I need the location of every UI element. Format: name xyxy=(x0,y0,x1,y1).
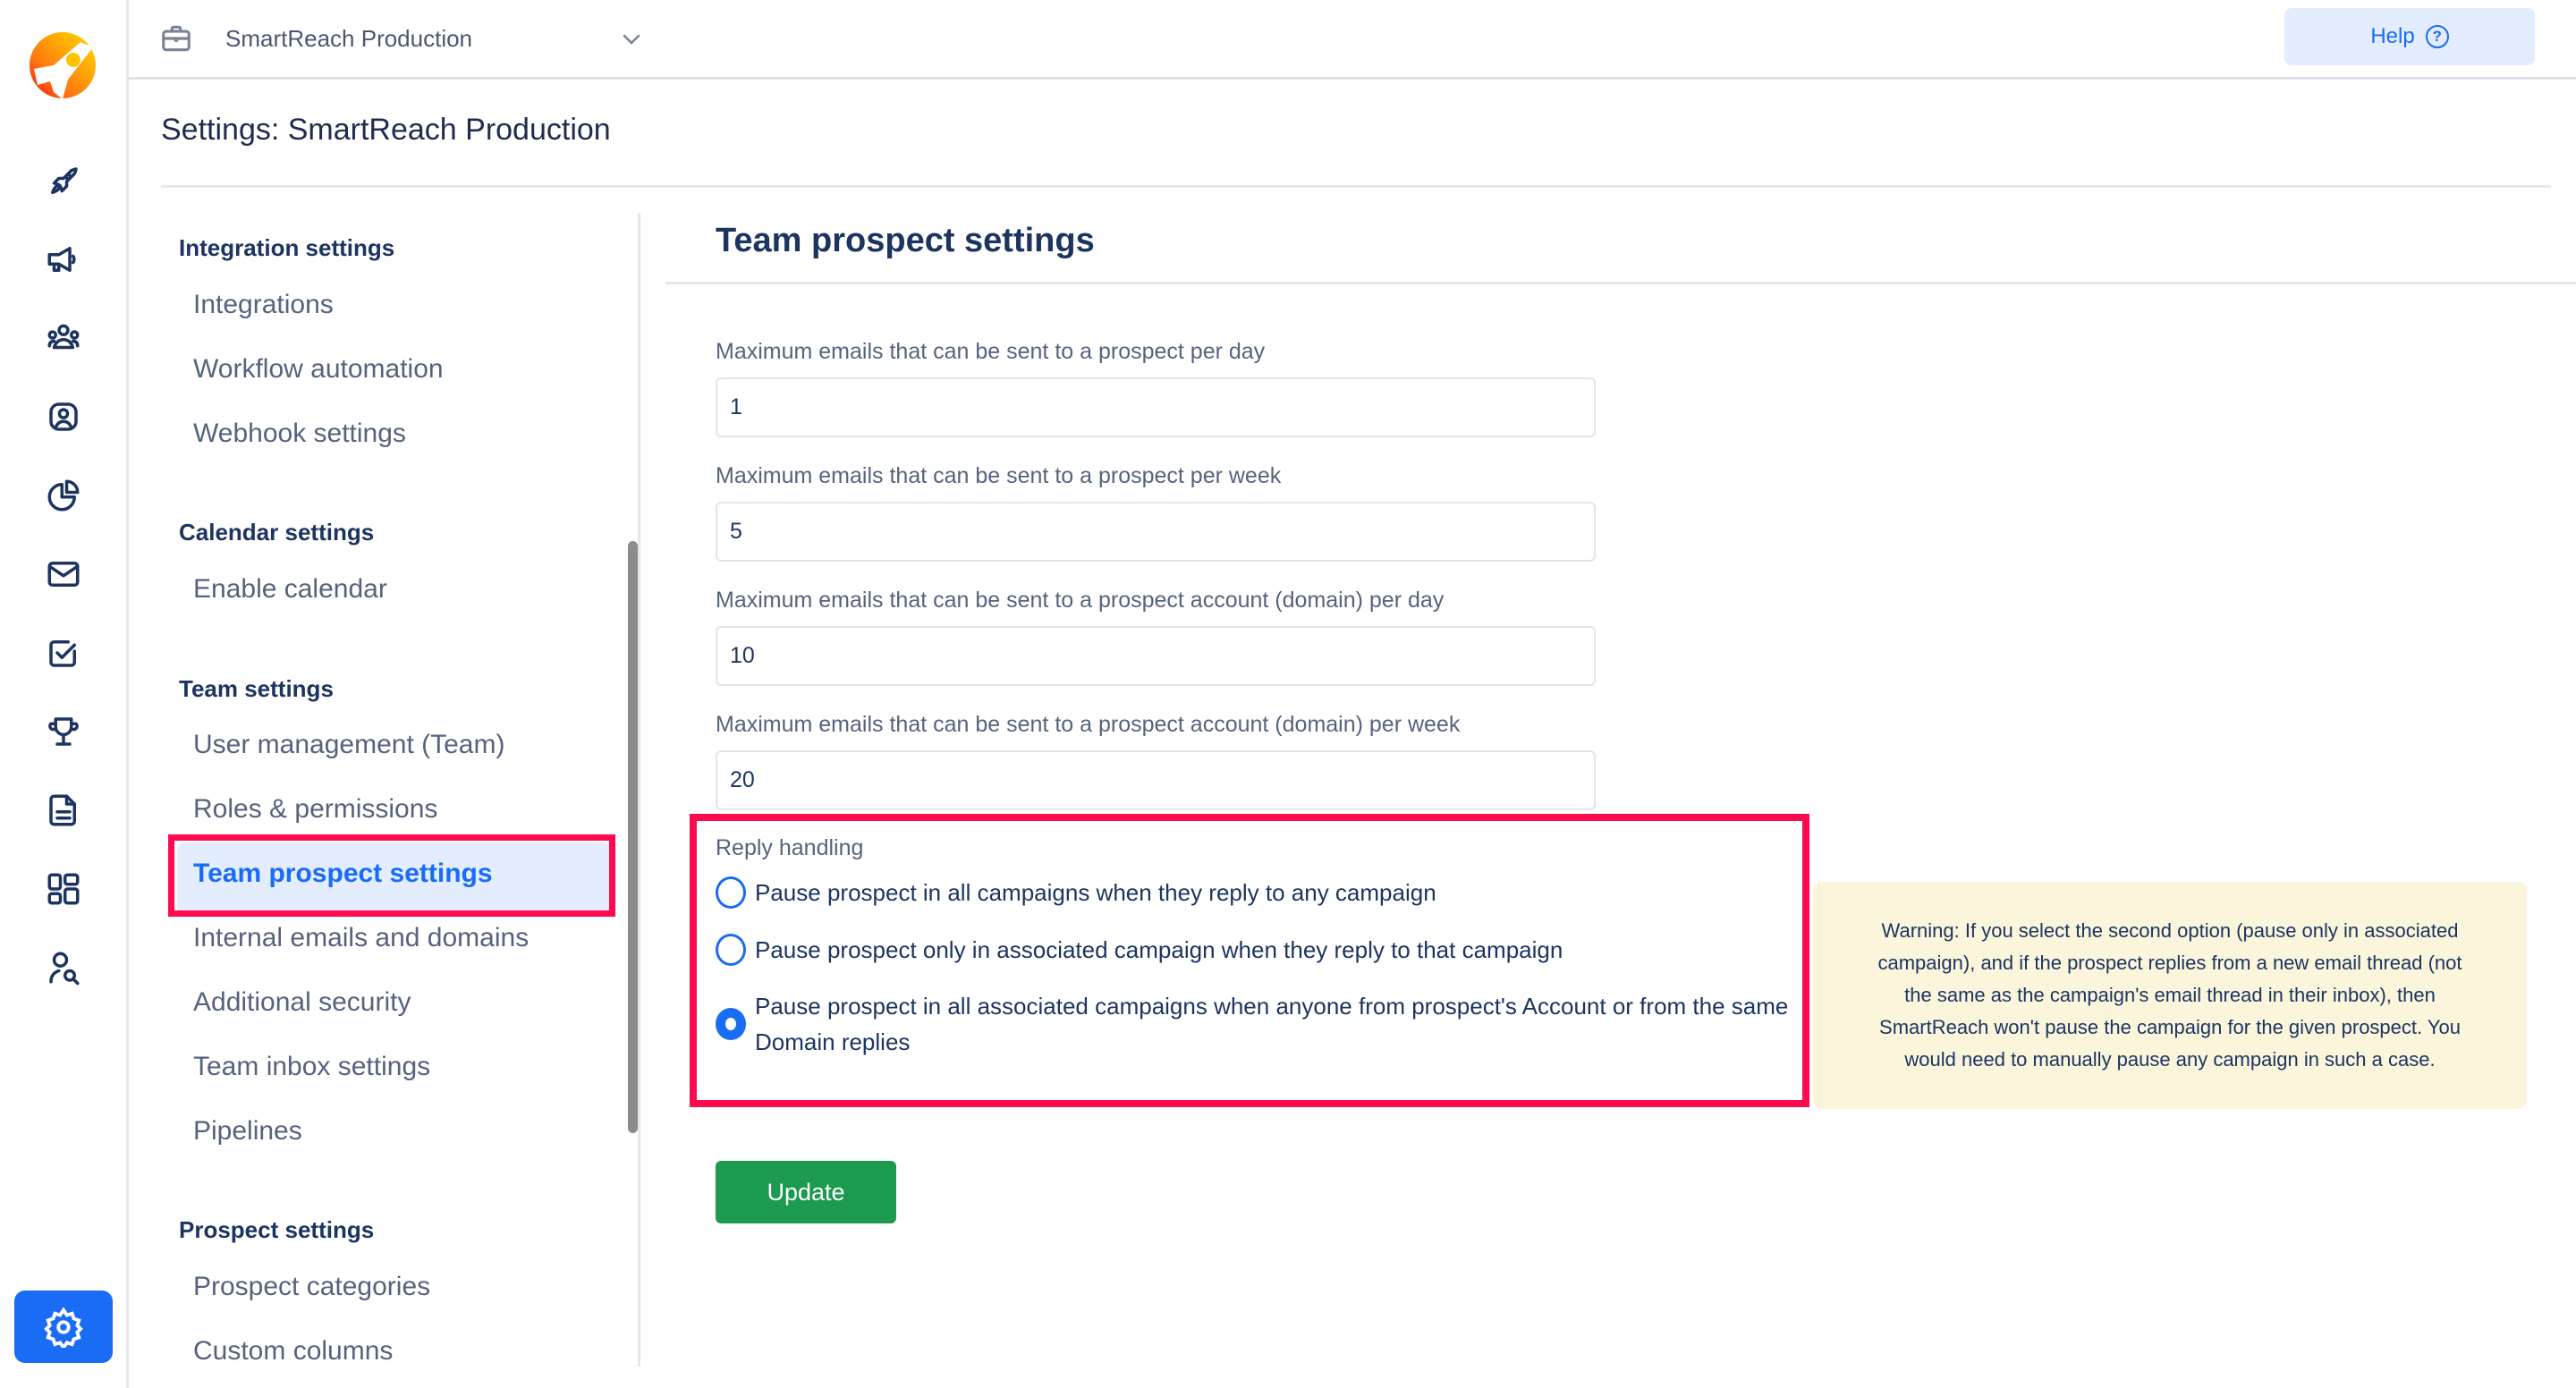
radio-button[interactable] xyxy=(716,934,746,966)
nav-item-workflow-automation[interactable]: Workflow automation xyxy=(193,354,444,385)
highlight-outline xyxy=(168,834,615,917)
max-per-week-label: Maximum emails that can be sent to a pro… xyxy=(716,463,1282,488)
radio-button-selected[interactable] xyxy=(716,1008,746,1040)
reply-option-pause-associated[interactable]: Pause prospect only in associated campai… xyxy=(716,932,1563,968)
max-per-day-label: Maximum emails that can be sent to a pro… xyxy=(716,339,1266,364)
icon-sidebar xyxy=(0,0,129,1388)
radio-label: Pause prospect only in associated campai… xyxy=(755,936,1563,963)
nav-item-enable-calendar[interactable]: Enable calendar xyxy=(193,574,387,605)
radio-label: Pause prospect in all campaigns when the… xyxy=(755,879,1436,906)
nav-group-heading: Integration settings xyxy=(179,234,395,261)
workspace-name: SmartReach Production xyxy=(225,24,473,52)
nav-item-additional-security[interactable]: Additional security xyxy=(193,987,411,1018)
nav-item-team-inbox-settings[interactable]: Team inbox settings xyxy=(193,1052,430,1082)
nav-group-heading: Prospect settings xyxy=(179,1216,375,1243)
warning-text: Warning: If you select the second option… xyxy=(1877,919,2462,1071)
contact-icon[interactable] xyxy=(44,397,83,436)
max-per-week-input[interactable] xyxy=(716,502,1596,562)
question-circle-icon: ? xyxy=(2425,25,2449,48)
nav-item-roles-permissions[interactable]: Roles & permissions xyxy=(193,794,437,825)
rocket-icon[interactable] xyxy=(44,162,83,201)
chevron-down-icon xyxy=(618,25,645,52)
max-domain-per-week-input[interactable] xyxy=(716,750,1596,810)
top-header: SmartReach Production Help ? xyxy=(129,0,2576,80)
nav-item-user-management[interactable]: User management (Team) xyxy=(193,730,504,760)
divider xyxy=(161,185,2551,188)
update-button[interactable]: Update xyxy=(716,1161,896,1223)
section-title: Team prospect settings xyxy=(716,222,1095,259)
mail-icon[interactable] xyxy=(44,554,83,594)
help-button[interactable]: Help ? xyxy=(2284,8,2535,65)
max-domain-per-day-input[interactable] xyxy=(716,626,1596,686)
reply-option-pause-account-domain[interactable]: Pause prospect in all associated campaig… xyxy=(716,988,1798,1060)
reply-option-pause-all[interactable]: Pause prospect in all campaigns when the… xyxy=(716,875,1436,910)
smartreach-logo[interactable] xyxy=(27,30,98,101)
radio-button[interactable] xyxy=(716,876,746,909)
nav-item-internal-emails-domains[interactable]: Internal emails and domains xyxy=(193,923,529,953)
briefcase-icon xyxy=(159,21,193,55)
radio-label: Pause prospect in all associated campaig… xyxy=(755,993,1789,1055)
document-icon[interactable] xyxy=(44,791,83,830)
nav-item-prospect-categories[interactable]: Prospect categories xyxy=(193,1272,430,1302)
users-icon[interactable] xyxy=(44,318,83,358)
divider xyxy=(665,282,2576,284)
nav-item-webhook-settings[interactable]: Webhook settings xyxy=(193,419,406,449)
checkbox-icon[interactable] xyxy=(44,633,83,673)
max-domain-per-week-label: Maximum emails that can be sent to a pro… xyxy=(716,712,1461,737)
nav-group-heading: Calendar settings xyxy=(179,519,375,546)
user-search-icon[interactable] xyxy=(44,948,83,987)
max-per-day-input[interactable] xyxy=(716,377,1596,437)
help-label: Help xyxy=(2370,24,2415,48)
pie-chart-icon[interactable] xyxy=(44,476,83,515)
nav-item-custom-columns[interactable]: Custom columns xyxy=(193,1336,393,1367)
settings-button[interactable] xyxy=(14,1291,113,1363)
nav-item-pipelines[interactable]: Pipelines xyxy=(193,1116,302,1147)
max-domain-per-day-label: Maximum emails that can be sent to a pro… xyxy=(716,588,1445,613)
settings-nav: Integration settings Integrations Workfl… xyxy=(161,213,640,1367)
warning-note: Warning: If you select the second option… xyxy=(1813,882,2527,1109)
nav-item-integrations[interactable]: Integrations xyxy=(193,290,334,320)
reply-handling-label: Reply handling xyxy=(716,835,864,860)
nav-group-heading: Team settings xyxy=(179,675,334,702)
gear-icon xyxy=(44,1306,83,1348)
workspace-switcher[interactable]: SmartReach Production xyxy=(157,16,640,61)
nav-scrollbar[interactable] xyxy=(628,541,638,1133)
page-title: Settings: SmartReach Production xyxy=(161,113,611,147)
grid-icon[interactable] xyxy=(44,869,83,909)
trophy-icon[interactable] xyxy=(44,712,83,751)
megaphone-icon[interactable] xyxy=(44,240,83,279)
